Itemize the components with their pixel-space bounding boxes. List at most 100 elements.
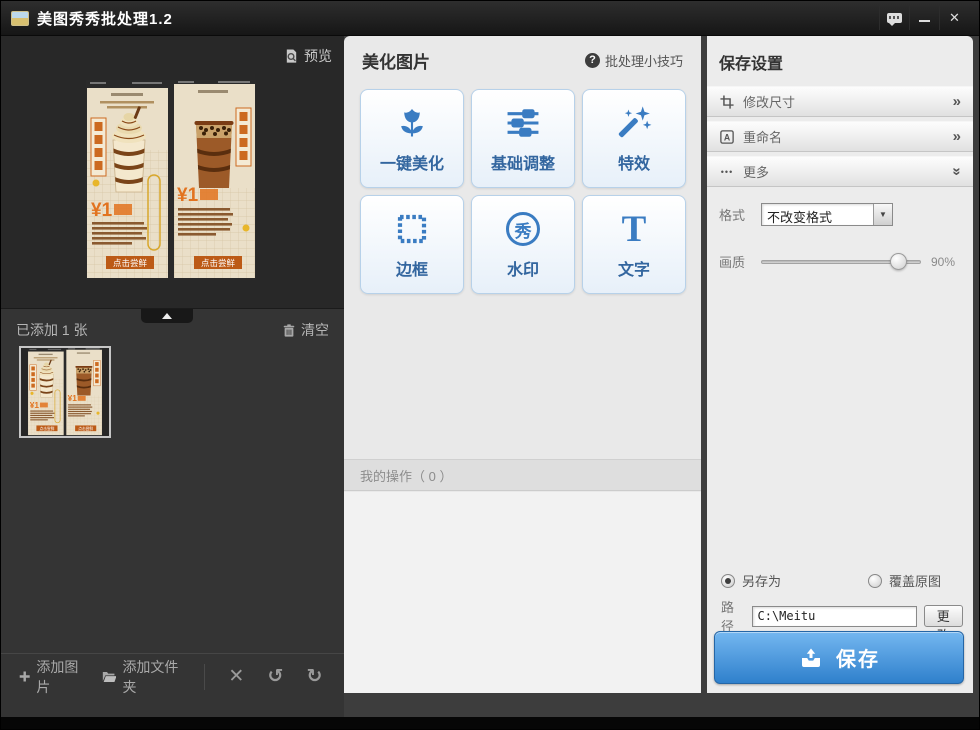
more-section-header[interactable]: ••• 更多 »: [707, 156, 973, 187]
one-click-beautify-button[interactable]: 一键美化: [360, 89, 464, 188]
sliders-icon: [504, 103, 542, 143]
path-label: 路径: [721, 597, 745, 635]
minimize-icon: [919, 20, 930, 22]
app-window: 美图秀秀批处理1.2 ✕ 预览: [0, 0, 980, 730]
my-operations-label: 我的操作（ 0 ）: [360, 466, 452, 485]
radio-icon: [868, 574, 882, 588]
feature-grid: 一键美化 基础调整: [360, 89, 686, 294]
preview-image[interactable]: [86, 80, 256, 280]
magic-wand-icon: [615, 103, 653, 143]
feature-label: 特效: [618, 150, 650, 174]
quality-slider-knob[interactable]: [890, 253, 907, 270]
resize-section-label: 修改尺寸: [743, 92, 795, 111]
added-count-label: 已添加 1 张: [16, 320, 88, 340]
more-section-label: 更多: [743, 162, 769, 181]
add-image-label: 添加图片: [36, 657, 85, 697]
feedback-icon: [887, 13, 902, 23]
basic-adjust-button[interactable]: 基础调整: [471, 89, 575, 188]
preview-button[interactable]: 预览: [284, 46, 332, 66]
save-as-option[interactable]: 另存为: [721, 571, 781, 590]
text-button[interactable]: T 文字: [582, 195, 686, 294]
list-toolbar: 添加图片 添加文件夹 ✕ ↺ ↻: [1, 653, 344, 699]
title-bar: 美图秀秀批处理1.2 ✕: [1, 1, 979, 36]
quality-label: 画质: [719, 252, 761, 271]
save-mode-row: 另存为 覆盖原图: [721, 571, 959, 590]
rename-section-label: 重命名: [743, 127, 782, 146]
batch-tips-link[interactable]: ? 批处理小技巧: [585, 51, 683, 70]
add-folder-button[interactable]: 添加文件夹: [102, 657, 184, 697]
arrow-up-icon: [162, 313, 172, 319]
rotate-right-button[interactable]: ↻: [303, 665, 326, 688]
rename-icon: A: [719, 130, 735, 144]
preview-area: 预览: [1, 36, 344, 309]
resize-section-header[interactable]: 修改尺寸 »: [707, 86, 973, 117]
app-title: 美图秀秀批处理1.2: [37, 8, 173, 29]
feedback-button[interactable]: [879, 6, 909, 30]
add-image-button[interactable]: 添加图片: [19, 657, 86, 697]
minimize-button[interactable]: [909, 6, 939, 30]
quality-row: 画质 90%: [719, 252, 961, 271]
remove-image-button[interactable]: ✕: [225, 665, 248, 688]
beautify-title: 美化图片: [362, 48, 430, 73]
close-icon: ✕: [949, 10, 960, 26]
radio-icon: [721, 574, 735, 588]
more-dots-icon: •••: [719, 167, 735, 177]
quality-value: 90%: [931, 255, 961, 269]
frame-button[interactable]: 边框: [360, 195, 464, 294]
rotate-left-button[interactable]: ↺: [264, 665, 287, 688]
path-row: 路径 更改: [721, 597, 963, 635]
chevron-right-icon: »: [953, 93, 961, 110]
save-as-label: 另存为: [742, 571, 781, 590]
toolbar-divider: [204, 664, 205, 690]
save-settings-panel: 保存设置 修改尺寸 » A 重命名 » ••• 更多 »: [707, 36, 973, 693]
folder-icon: [102, 670, 117, 684]
path-input[interactable]: [752, 606, 917, 627]
format-row: 格式 不改变格式 ▼: [719, 203, 961, 226]
feature-label: 文字: [618, 256, 650, 280]
feature-label: 水印: [507, 256, 539, 280]
operations-list-area: [344, 492, 701, 693]
watermark-icon: 秀: [506, 209, 540, 249]
chevron-right-icon: »: [953, 128, 961, 145]
clear-button[interactable]: 清空: [282, 320, 329, 340]
overwrite-option[interactable]: 覆盖原图: [868, 571, 941, 590]
plus-icon: [19, 670, 30, 683]
help-icon: ?: [585, 53, 600, 68]
rename-section-header[interactable]: A 重命名 »: [707, 121, 973, 152]
effects-button[interactable]: 特效: [582, 89, 686, 188]
close-button[interactable]: ✕: [939, 6, 969, 30]
preview-icon: [284, 48, 299, 64]
app-icon: [11, 11, 29, 26]
collapse-list-handle[interactable]: [141, 309, 193, 323]
my-operations-bar[interactable]: 我的操作（ 0 ）: [344, 459, 701, 491]
feature-label: 边框: [396, 256, 428, 280]
crop-icon: [719, 95, 735, 109]
beautify-header: 美化图片 ? 批处理小技巧: [344, 36, 701, 84]
trash-icon: [282, 323, 296, 338]
beautify-panel: 美化图片 ? 批处理小技巧 一键美化: [344, 36, 701, 693]
image-thumbnail[interactable]: [19, 346, 111, 438]
svg-text:A: A: [724, 132, 731, 142]
save-button-label: 保存: [836, 643, 880, 672]
format-value: 不改变格式: [762, 204, 873, 225]
change-path-button[interactable]: 更改: [924, 605, 964, 627]
chevron-down-icon: »: [948, 167, 965, 175]
window-bottom-edge: [1, 717, 979, 729]
feature-label: 一键美化: [380, 150, 444, 174]
window-controls: ✕: [879, 1, 969, 35]
watermark-button[interactable]: 秀 水印: [471, 195, 575, 294]
preview-button-label: 预览: [304, 46, 332, 66]
feature-label: 基础调整: [491, 150, 555, 174]
text-icon: T: [622, 209, 647, 249]
image-list-panel: 预览 已添加 1 张 清空: [1, 36, 344, 717]
dropdown-arrow-icon: ▼: [873, 204, 892, 225]
frame-icon: [394, 209, 430, 249]
watermark-badge: 秀: [506, 212, 540, 246]
clear-button-label: 清空: [301, 320, 329, 340]
save-button[interactable]: 保存: [714, 631, 964, 684]
overwrite-label: 覆盖原图: [889, 571, 941, 590]
add-folder-label: 添加文件夹: [122, 657, 184, 697]
format-dropdown[interactable]: 不改变格式 ▼: [761, 203, 893, 226]
batch-tips-label: 批处理小技巧: [605, 51, 683, 70]
quality-slider[interactable]: [761, 254, 921, 270]
